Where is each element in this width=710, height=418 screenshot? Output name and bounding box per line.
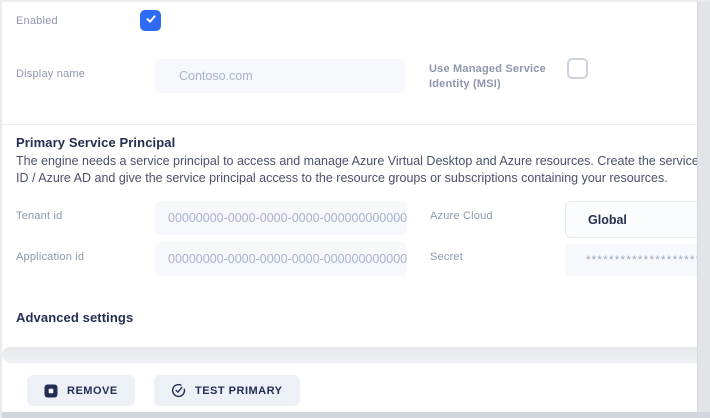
horizontal-scrollbar[interactable] bbox=[2, 347, 710, 363]
msi-checkbox[interactable] bbox=[567, 58, 588, 79]
primary-section-title: Primary Service Principal bbox=[16, 135, 175, 150]
checkmark-icon bbox=[145, 12, 157, 30]
application-id-input[interactable] bbox=[155, 242, 407, 276]
remove-button-label: REMOVE bbox=[67, 385, 118, 397]
enabled-label: Enabled bbox=[16, 15, 58, 27]
advanced-settings-title[interactable]: Advanced settings bbox=[16, 310, 133, 325]
remove-button[interactable]: REMOVE bbox=[27, 375, 135, 406]
secret-label: Secret bbox=[430, 251, 463, 263]
msi-label: Use Managed Service Identity (MSI) bbox=[429, 62, 567, 92]
remove-icon bbox=[44, 384, 58, 398]
right-edge-scrollbar-track[interactable] bbox=[697, 2, 710, 418]
display-name-label: Display name bbox=[16, 68, 85, 80]
azure-cloud-select[interactable]: Global bbox=[565, 201, 710, 238]
enabled-checkbox[interactable] bbox=[140, 10, 161, 31]
application-id-label: Application id bbox=[16, 251, 84, 263]
service-principal-settings-panel: Enabled Display name Use Managed Service… bbox=[0, 0, 710, 418]
primary-section-description-line1: The engine needs a service principal to … bbox=[16, 154, 710, 168]
azure-cloud-selected-value: Global bbox=[588, 213, 627, 227]
bottom-edge-bar bbox=[2, 412, 710, 418]
test-primary-button-label: TEST PRIMARY bbox=[195, 385, 283, 397]
test-primary-button[interactable]: TEST PRIMARY bbox=[154, 375, 300, 406]
tenant-id-input[interactable] bbox=[155, 201, 407, 235]
azure-cloud-label: Azure Cloud bbox=[430, 210, 493, 222]
primary-section-description-line2: ID / Azure AD and give the service princ… bbox=[16, 171, 668, 185]
section-divider bbox=[2, 124, 710, 125]
check-circle-icon bbox=[171, 383, 186, 398]
tenant-id-label: Tenant id bbox=[16, 210, 62, 222]
secret-input[interactable] bbox=[565, 244, 710, 276]
display-name-input[interactable] bbox=[155, 59, 405, 93]
